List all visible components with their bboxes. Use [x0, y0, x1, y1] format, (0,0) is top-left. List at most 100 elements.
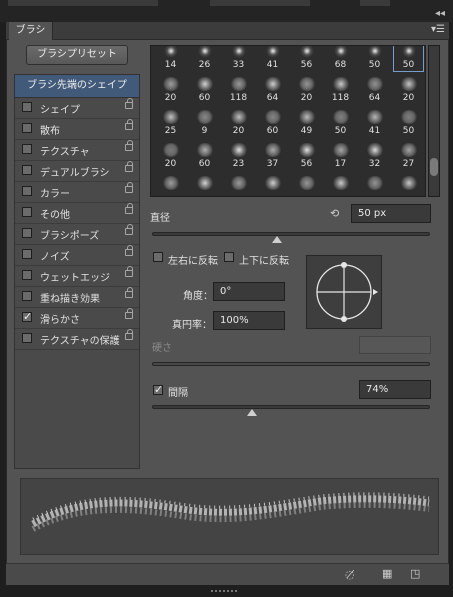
spacing-slider-track[interactable] — [152, 405, 430, 409]
brush-tip-cell[interactable]: 14 — [155, 46, 186, 72]
spacing-field[interactable]: 74% — [359, 380, 431, 399]
sidebar-item-brush-tip-shape[interactable]: ブラシ先端のシェイプ — [15, 75, 139, 98]
brush-tip-cell[interactable] — [291, 174, 322, 196]
collapse-panel-icon[interactable]: ◂◂ — [435, 8, 445, 19]
sidebar-item[interactable]: ブラシポーズ — [15, 223, 139, 245]
spacing-slider-thumb[interactable] — [247, 409, 258, 416]
sidebar-item-checkbox[interactable] — [22, 165, 32, 175]
new-brush-icon[interactable]: ◳ — [410, 567, 420, 580]
sidebar-item-checkbox[interactable] — [22, 123, 32, 133]
panel-menu-icon[interactable]: ▾☰ — [431, 24, 445, 35]
brush-tip-cell[interactable]: 9 — [189, 108, 220, 138]
brush-tip-cell[interactable]: 20 — [155, 75, 186, 105]
toggle-live-tip-icon[interactable]: ◌̸ — [345, 568, 355, 581]
brush-tip-cell[interactable]: 60 — [189, 141, 220, 171]
brush-tip-cell[interactable]: 64 — [257, 75, 288, 105]
sidebar-item[interactable]: カラー — [15, 181, 139, 203]
sidebar-item[interactable]: ウェットエッジ — [15, 265, 139, 287]
brush-tip-cell[interactable]: 20 — [223, 108, 254, 138]
brush-tip-cell[interactable]: 23 — [223, 141, 254, 171]
lock-icon[interactable] — [125, 308, 133, 319]
brush-tip-cell[interactable]: 20 — [291, 75, 322, 105]
flip-y-checkbox[interactable] — [224, 252, 234, 262]
brush-tip-cell[interactable] — [155, 174, 186, 196]
sidebar-item-checkbox[interactable] — [22, 291, 32, 301]
diameter-slider-track[interactable] — [152, 232, 430, 236]
flip-x-checkbox[interactable] — [153, 252, 163, 262]
brush-tip-cell[interactable]: 56 — [291, 46, 322, 72]
brush-tip-cell[interactable] — [223, 174, 254, 196]
brush-tip-cell[interactable]: 26 — [189, 46, 220, 72]
brush-tip-cell[interactable]: 64 — [359, 75, 390, 105]
brush-tip-cell[interactable]: 118 — [223, 75, 254, 105]
brush-tip-cell[interactable]: 60 — [189, 75, 220, 105]
lock-icon[interactable] — [125, 287, 133, 298]
sidebar-item-checkbox[interactable] — [22, 102, 32, 112]
lock-icon[interactable] — [125, 245, 133, 256]
lock-icon[interactable] — [125, 161, 133, 172]
brush-tip-cell[interactable]: 68 — [325, 46, 356, 72]
sidebar-item-checkbox[interactable] — [22, 310, 32, 323]
sidebar-item[interactable]: 滑らかさ — [15, 307, 139, 329]
brush-tip-cell[interactable]: 32 — [359, 141, 390, 171]
brush-tip-cell[interactable]: 25 — [155, 108, 186, 138]
sidebar-item[interactable]: 重ね描き効果 — [15, 286, 139, 308]
brush-tip-cell[interactable]: 50 — [325, 108, 356, 138]
brush-tip-cell[interactable]: 33 — [223, 46, 254, 72]
diameter-field[interactable]: 50 px — [351, 204, 431, 223]
brush-tip-cell[interactable]: 56 — [291, 141, 322, 171]
sidebar-item-checkbox[interactable] — [22, 333, 32, 343]
sidebar-item[interactable]: 散布 — [15, 118, 139, 140]
lock-icon[interactable] — [125, 98, 133, 109]
lock-icon[interactable] — [125, 224, 133, 235]
scrollbar-thumb[interactable] — [430, 158, 438, 176]
brush-tip-cell[interactable]: 20 — [155, 141, 186, 171]
brush-tip-cell[interactable]: 20 — [393, 75, 424, 105]
brush-tip-cell[interactable] — [393, 174, 424, 196]
brush-tip-cell[interactable]: 41 — [359, 108, 390, 138]
brush-tip-cell[interactable]: 17 — [325, 141, 356, 171]
tab-brush[interactable]: ブラシ — [9, 22, 53, 40]
sidebar-item[interactable]: テクスチャの保護 — [15, 328, 139, 350]
brush-tip-cell[interactable]: 41 — [257, 46, 288, 72]
sidebar-item-checkbox[interactable] — [22, 249, 32, 259]
brush-tip-cell[interactable]: 60 — [257, 108, 288, 138]
spacing-checkbox[interactable] — [153, 383, 163, 396]
lock-icon[interactable] — [125, 182, 133, 193]
sidebar-item-checkbox[interactable] — [22, 270, 32, 280]
brush-tip-cell[interactable] — [359, 174, 390, 196]
brush-tip-cell[interactable] — [189, 174, 220, 196]
brush-tip-cell[interactable]: 27 — [393, 141, 424, 171]
brush-tip-cell[interactable] — [257, 174, 288, 196]
sidebar-item-checkbox[interactable] — [22, 207, 32, 217]
reset-size-icon[interactable]: ⟲ — [330, 207, 339, 220]
brush-presets-button[interactable]: ブラシプリセット — [26, 45, 128, 65]
angle-roundness-dial[interactable] — [307, 256, 383, 330]
angle-roundness-widget[interactable] — [306, 255, 382, 329]
brush-tip-cell[interactable]: 50 — [393, 108, 424, 138]
brush-tip-cell[interactable] — [325, 174, 356, 196]
sidebar-item[interactable]: ノイズ — [15, 244, 139, 266]
brush-tip-cell[interactable]: 49 — [291, 108, 322, 138]
brush-tip-grid[interactable]: 14 26 33 41 56 68 50 50 20 60 118 64 20 118 64 20 25 9 20 6… — [150, 45, 426, 197]
lock-icon[interactable] — [125, 203, 133, 214]
sidebar-item[interactable]: デュアルブラシ — [15, 160, 139, 182]
brush-tip-cell[interactable]: 118 — [325, 75, 356, 105]
brush-tip-cell[interactable]: 50 — [393, 46, 424, 72]
panel-resize-grip[interactable] — [205, 586, 245, 592]
sidebar-item-checkbox[interactable] — [22, 228, 32, 238]
sidebar-item-checkbox[interactable] — [22, 144, 32, 154]
brush-tip-cell[interactable]: 37 — [257, 141, 288, 171]
lock-icon[interactable] — [125, 140, 133, 151]
sidebar-item[interactable]: テクスチャ — [15, 139, 139, 161]
lock-icon[interactable] — [125, 266, 133, 277]
brush-tip-cell[interactable]: 50 — [359, 46, 390, 72]
lock-icon[interactable] — [125, 329, 133, 340]
sidebar-item[interactable]: シェイプ — [15, 97, 139, 119]
angle-field[interactable]: 0° — [213, 282, 285, 301]
lock-icon[interactable] — [125, 119, 133, 130]
roundness-field[interactable]: 100% — [213, 311, 285, 330]
diameter-slider-thumb[interactable] — [272, 236, 283, 243]
sidebar-item-checkbox[interactable] — [22, 186, 32, 196]
sidebar-item[interactable]: その他 — [15, 202, 139, 224]
